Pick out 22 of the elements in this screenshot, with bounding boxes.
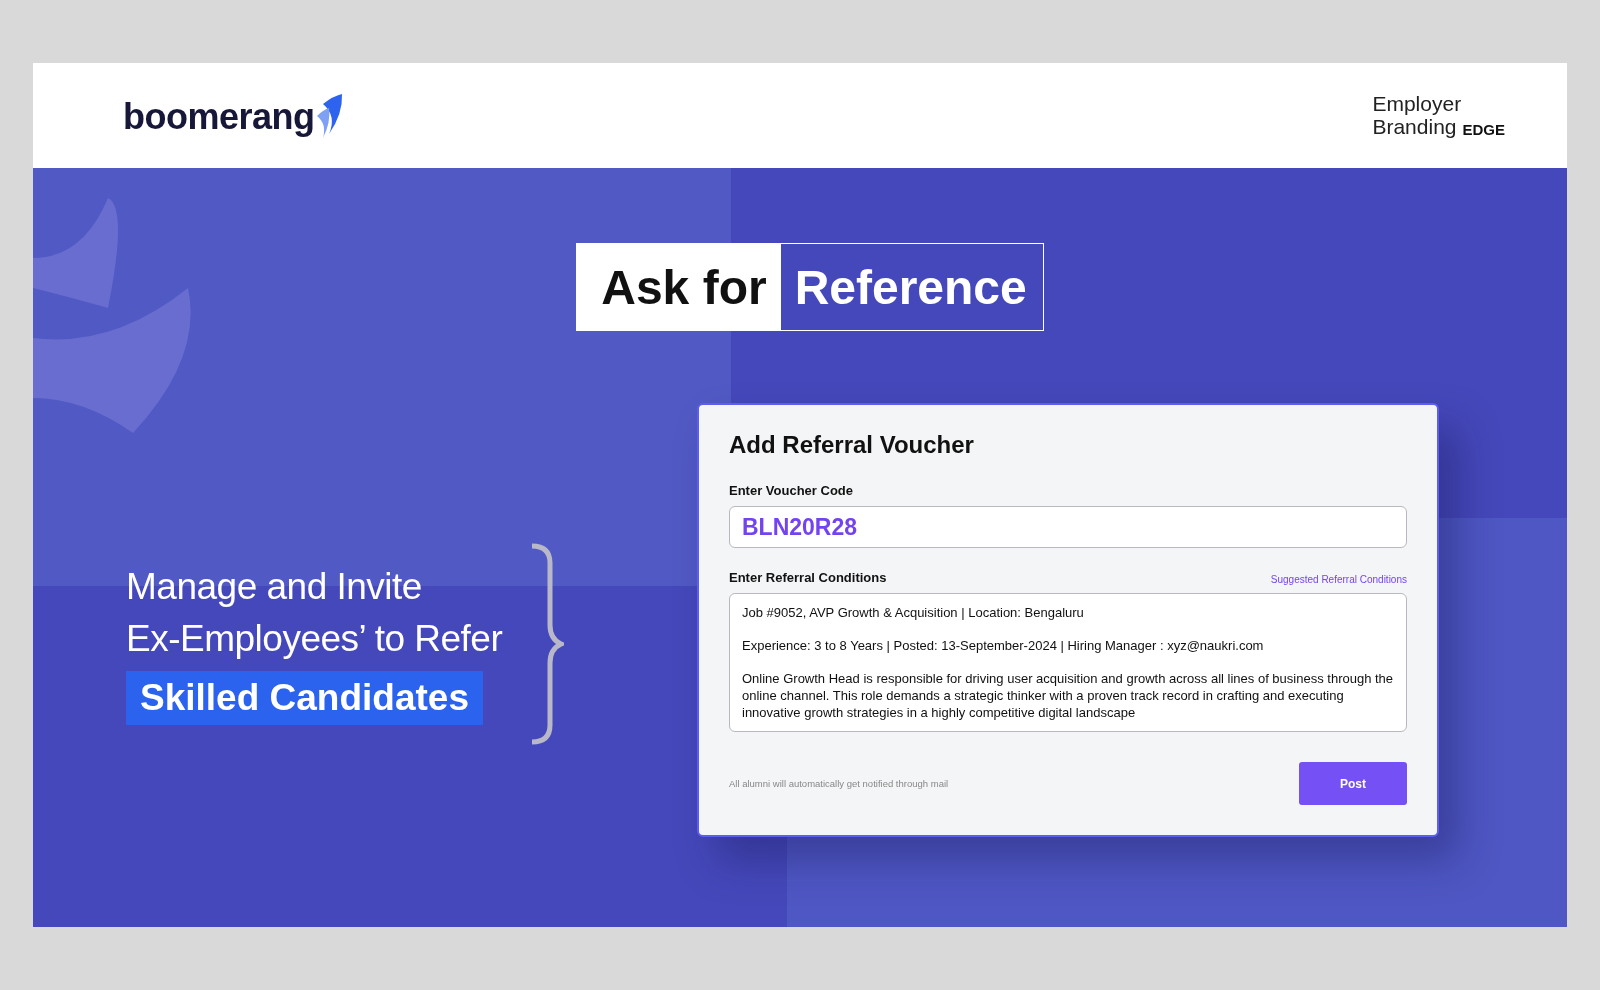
tagline-text: Manage and Invite — [126, 564, 423, 609]
logo-wordmark: boomerang — [123, 95, 315, 138]
field-label: Enter Voucher Code — [729, 483, 854, 498]
field-label: Enter Referral Conditions — [729, 570, 887, 585]
headline-text: Ask for — [577, 244, 781, 330]
tagline-text: Ex-Employees’ to Refer — [126, 617, 503, 661]
conditions-paragraph: Experience: 3 to 8 Years | Posted: 13-September-2024 | Hiring Manager : xyz@naukri.com — [742, 637, 1265, 654]
conditions-paragraph: Online Growth Head is responsible for driving user acquisition and growth across all lines of business through the online channel. This role demands a strategic thinker with a proven track record in crafting and executing innovative growth strategies in a highly competitive digital landscape — [742, 670, 1394, 721]
card-title: Add Referral Voucher — [729, 431, 975, 459]
conditions-paragraph: Job #9052, AVP Growth & Acquisition | Location: Bengaluru — [742, 604, 1085, 621]
boomerang-logo-icon — [316, 93, 343, 138]
brand-text: Branding — [1372, 115, 1457, 138]
tagline-highlight: Skilled Candidates — [126, 671, 483, 726]
brand-text: Employer — [1372, 93, 1463, 116]
voucher-code-input[interactable]: BLN20R28 — [729, 506, 1407, 548]
curly-brace-icon — [530, 543, 565, 745]
headline-highlight: Reference — [793, 259, 1028, 316]
conditions-textarea[interactable] — [729, 593, 1407, 732]
notification-note: All alumni will automatically get notified through mail — [729, 778, 949, 789]
brand-mark: EDGE — [1462, 119, 1505, 138]
suggested-conditions-link[interactable]: Suggested Referral Conditions — [1270, 574, 1407, 585]
post-button[interactable]: Post — [1299, 762, 1407, 805]
